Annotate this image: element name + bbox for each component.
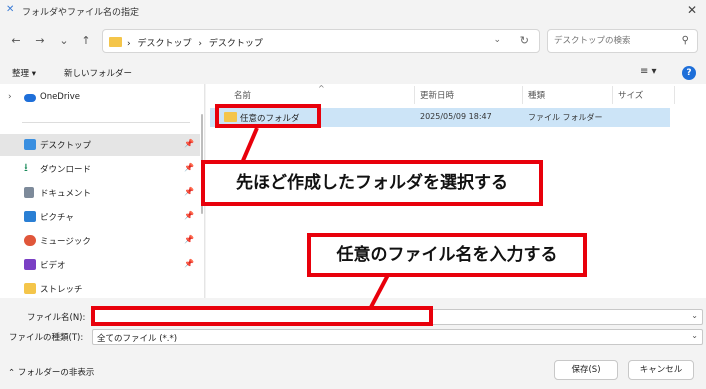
chevron-down-icon[interactable]: ⌄ (493, 35, 501, 45)
folder-icon (24, 283, 36, 294)
search-input[interactable] (554, 34, 672, 48)
cancel-button[interactable]: キャンセル (628, 360, 694, 380)
chevron-up-icon: ⌃ (8, 368, 18, 378)
sidebar-item-videos[interactable]: ビデオ 📌 (0, 254, 200, 276)
column-header-size[interactable]: サイズ (618, 89, 643, 101)
cloud-icon (24, 94, 36, 102)
file-type: ファイル フォルダー (528, 113, 603, 122)
picture-icon (24, 211, 36, 222)
callout-select-folder: 先ほど作成したフォルダを選択する (201, 160, 543, 206)
back-button[interactable]: ← (8, 33, 24, 49)
sidebar-item-label: ビデオ (40, 261, 66, 271)
organize-button[interactable]: 整理 ▾ (12, 67, 36, 79)
filetype-label: ファイルの種類(T): (9, 333, 84, 343)
window-title: フォルダやファイル名の指定 (22, 8, 140, 18)
column-header-modified[interactable]: 更新日時 (420, 89, 454, 101)
sidebar-item-label: ピクチャ (40, 213, 74, 223)
forward-button[interactable]: → (32, 33, 48, 49)
highlight-folder-row (215, 104, 321, 128)
sort-indicator: ^ (318, 84, 325, 93)
chevron-down-icon[interactable]: ⌄ (691, 311, 698, 320)
breadcrumb-separator: › (198, 39, 202, 49)
music-icon (24, 235, 36, 246)
sidebar-item-pictures[interactable]: ピクチャ 📌 (0, 206, 200, 228)
column-header-name[interactable]: 名前 (234, 89, 251, 101)
sidebar-item-onedrive[interactable]: › OneDrive (0, 87, 200, 109)
column-separator[interactable] (674, 86, 675, 104)
navigation-pane: › OneDrive デスクトップ 📌 ⭳ ダウンロード 📌 ドキュメント 📌 … (0, 84, 205, 298)
callout-enter-filename: 任意のファイル名を入力する (307, 233, 587, 277)
filetype-value: 全てのファイル (*.*) (97, 334, 178, 344)
breadcrumb-separator: › (127, 39, 131, 49)
sidebar-item-desktop[interactable]: デスクトップ 📌 (0, 134, 200, 156)
new-folder-button[interactable]: 新しいフォルダー (64, 67, 132, 79)
refresh-button[interactable]: ↻ (520, 34, 529, 47)
document-icon (24, 187, 34, 198)
breadcrumb-item[interactable]: デスクトップ (137, 39, 191, 49)
pin-icon[interactable]: 📌 (184, 163, 194, 172)
close-button[interactable]: ✕ (684, 2, 700, 18)
hide-folders-label: フォルダーの非表示 (17, 368, 95, 378)
pin-icon[interactable]: 📌 (184, 211, 194, 220)
recent-locations-button[interactable]: ⌄ (56, 33, 72, 49)
download-icon: ⭳ (24, 161, 28, 174)
sidebar-item-label: デスクトップ (40, 141, 92, 151)
view-options-button[interactable]: ≡ ▾ (640, 66, 657, 77)
dialog-footer: ⌃ フォルダーの非表示 保存(S) キャンセル (0, 352, 706, 389)
sidebar-item-downloads[interactable]: ⭳ ダウンロード 📌 (0, 158, 200, 180)
desktop-icon (24, 139, 36, 150)
sidebar-item-music[interactable]: ミュージック 📌 (0, 230, 200, 252)
app-icon: ✕ (6, 4, 15, 15)
pin-icon[interactable]: 📌 (184, 187, 194, 196)
video-icon (24, 259, 36, 270)
title-bar: ✕ フォルダやファイル名の指定 ✕ (0, 0, 706, 22)
chevron-right-icon[interactable]: › (8, 92, 12, 102)
sidebar-item-label: ストレッチ (40, 285, 83, 295)
navigation-bar: ← → ⌄ ↑ › デスクトップ › デスクトップ ⌄ ↻ ⚲ (0, 26, 706, 56)
file-modified: 2025/05/09 18:47 (420, 112, 492, 121)
sidebar-item-stretch[interactable]: ストレッチ (0, 278, 200, 300)
pin-icon[interactable]: 📌 (184, 259, 194, 268)
pin-icon[interactable]: 📌 (184, 235, 194, 244)
sidebar-item-label: ドキュメント (40, 189, 92, 199)
address-bar[interactable]: › デスクトップ › デスクトップ ⌄ ↻ (102, 29, 540, 53)
pin-icon[interactable]: 📌 (184, 139, 194, 148)
search-icon[interactable]: ⚲ (682, 35, 689, 46)
sidebar-item-label: ミュージック (40, 237, 91, 247)
breadcrumb: › デスクトップ › デスクトップ (127, 36, 267, 49)
column-header-type[interactable]: 種類 (528, 89, 545, 101)
hide-folders-toggle[interactable]: ⌃ フォルダーの非表示 (8, 366, 94, 378)
divider (22, 122, 190, 123)
column-separator[interactable] (522, 86, 523, 104)
sidebar-item-label: OneDrive (40, 92, 80, 102)
column-separator[interactable] (414, 86, 415, 104)
column-separator[interactable] (612, 86, 613, 104)
folder-icon (109, 37, 122, 47)
filename-label: ファイル名(N): (27, 313, 86, 323)
command-bar: 整理 ▾ 新しいフォルダー ≡ ▾ ? (0, 62, 706, 84)
sidebar-item-documents[interactable]: ドキュメント 📌 (0, 182, 200, 204)
up-button[interactable]: ↑ (78, 33, 94, 49)
sidebar-item-label: ダウンロード (40, 165, 92, 175)
highlight-filename-field (91, 306, 433, 326)
help-button[interactable]: ? (682, 66, 696, 80)
search-box[interactable]: ⚲ (547, 29, 698, 53)
save-button[interactable]: 保存(S) (554, 360, 618, 380)
filetype-select[interactable]: 全てのファイル (*.*) ⌄ (92, 329, 703, 345)
breadcrumb-item[interactable]: デスクトップ (209, 39, 263, 49)
chevron-down-icon[interactable]: ⌄ (691, 331, 698, 340)
